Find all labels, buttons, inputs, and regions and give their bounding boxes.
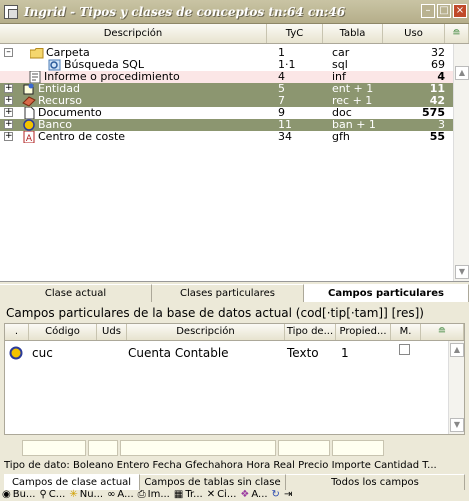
tab-clase-actual[interactable]: Clase actual [0,284,152,302]
document-icon [24,107,35,119]
tree-row-centro-de-coste[interactable]: + A Centro de coste 34 gfh 55 [0,131,469,143]
window-title: Ingrid - Tipos y clases de conceptos tn:… [24,4,346,19]
exit-button[interactable]: ⇥ [284,488,292,501]
field-codigo: cuc [32,346,53,360]
refresh-button[interactable]: ↻ [272,488,280,501]
header-uso[interactable]: Uso [383,24,445,43]
collapse-toggle[interactable]: – [4,48,13,57]
network-icon: ▦ [173,489,184,500]
refresh-icon: ↻ [271,489,280,500]
minimize-button[interactable]: – [421,4,435,18]
resource-icon [22,96,36,107]
expand-toggle[interactable]: + [4,132,13,141]
eraser-icon: ❖ [240,489,250,500]
table-row[interactable]: cuc Cuenta Contable Texto 1 [5,344,464,362]
filter-codigo-input[interactable] [22,440,86,456]
tab-clases-particulares[interactable]: Clases particulares [152,284,304,302]
scroll-down-icon[interactable]: ▼ [450,418,464,432]
section-title: Campos particulares de la base de datos … [6,306,424,320]
close-button[interactable]: × [453,4,467,18]
title-bar: Ingrid - Tipos y clases de conceptos tn:… [0,0,469,24]
nuevo-button[interactable]: ✳ Nu... [69,488,103,501]
svg-text:A: A [26,134,33,143]
filter-inputs [22,440,384,456]
link-icon: ∞ [107,489,116,500]
header-tipo[interactable]: Tipo de... [285,324,336,340]
entity-icon [23,83,34,95]
class-tabs: Clase actual Clases particulares Campos … [0,284,469,302]
bank-icon [9,346,23,360]
filter-descripcion-input[interactable] [120,440,276,456]
columns-icon[interactable]: ≘ [445,24,469,43]
close-icon: ✕ [206,489,216,500]
field-descripcion: Cuenta Contable [128,346,229,360]
asociar-button[interactable]: ∞ A... [107,488,134,501]
expand-toggle[interactable]: + [4,108,13,117]
header-propied[interactable]: Propied... [336,324,391,340]
imprimir-button[interactable]: ⎙ Im... [138,488,170,501]
filter-uds-input[interactable] [88,440,118,456]
header-descripcion[interactable]: Descripción [0,24,267,43]
bottom-toolbar: ◉ Bu... ⚲ C... ✳ Nu... ∞ A... ⎙ Im... ▦ Tr... … [0,488,469,501]
cost-center-icon: A [23,131,35,143]
concept-types-table: Descripción TyC Tabla Uso ≘ – Carpeta 1 … [0,24,469,282]
buscar-button[interactable]: ◉ Bu... [2,488,35,501]
window-icon [4,4,18,19]
header-codigo[interactable]: Código [29,324,97,340]
table-header: Descripción TyC Tabla Uso ≘ [0,24,469,44]
fields-header: . Código Uds Descripción Tipo de... Prop… [5,324,464,341]
scroll-up-icon[interactable]: ▲ [455,66,469,80]
expand-toggle[interactable]: + [4,84,13,93]
scroll-down-icon[interactable]: ▼ [455,265,469,279]
upper-scrollbar[interactable]: ▲ ▼ [453,44,469,281]
field-m-checkbox[interactable] [399,344,410,355]
header-descripcion[interactable]: Descripción [127,324,285,340]
tree-rows: – Carpeta 1 car 32 Búsqueda SQL 1·1 sql … [0,44,469,281]
cierre-button[interactable]: ✕ Ci... [207,488,237,501]
fields-grid: . Código Uds Descripción Tipo de... Prop… [4,323,465,435]
binoculars-icon: ◉ [2,489,11,500]
header-uds[interactable]: Uds [97,324,127,340]
maximize-button[interactable]: □ [437,4,451,18]
exit-icon: ⇥ [283,489,293,500]
field-tipo: Texto [287,346,319,360]
lower-scrollbar[interactable]: ▲ ▼ [448,341,464,434]
expand-toggle[interactable]: + [4,120,13,129]
header-m[interactable]: M. [391,324,421,340]
header-tyc[interactable]: TyC [267,24,323,43]
columns-icon[interactable]: ≘ [421,324,464,340]
search-icon: ⚲ [39,489,47,500]
expand-toggle[interactable]: + [4,96,13,105]
tab-campos-particulares[interactable]: Campos particulares [304,284,469,302]
scroll-up-icon[interactable]: ▲ [450,343,464,357]
transferir-button[interactable]: ▦ Tr... [174,488,203,501]
header-tabla[interactable]: Tabla [323,24,383,43]
folder-icon [30,48,44,59]
bank-icon [23,119,35,131]
actualizar-button[interactable]: ❖ A... [240,488,267,501]
printer-icon: ⎙ [137,489,146,500]
filter-tipo-input[interactable] [278,440,330,456]
filter-propied-input[interactable] [332,440,384,456]
consultar-button[interactable]: ⚲ C... [39,488,65,501]
header-dot[interactable]: . [5,324,29,340]
new-icon: ✳ [69,489,78,500]
data-types-legend: Tipo de dato: Boleano Entero Fecha Gfech… [4,460,437,471]
field-propied: 1 [341,346,349,360]
